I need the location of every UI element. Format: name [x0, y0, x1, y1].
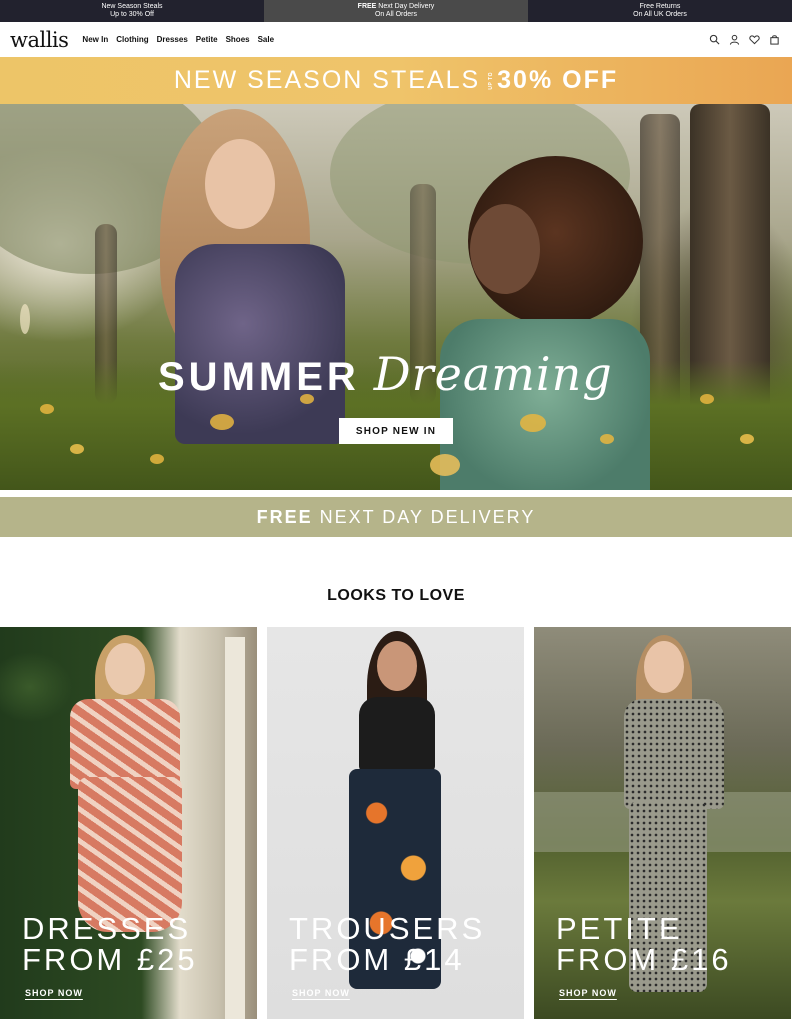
nav-clothing[interactable]: Clothing	[116, 35, 148, 44]
account-icon[interactable]	[729, 34, 740, 45]
card-petite-line2: FROM £16	[556, 942, 732, 977]
promo-new-season[interactable]: New Season Steals Up to 30% Off	[0, 0, 264, 22]
nav-sale[interactable]: Sale	[258, 35, 274, 44]
looks-to-love-heading: LOOKS TO LOVE	[327, 587, 465, 604]
card-trousers-line1: TROUSERS	[289, 911, 486, 946]
card-petite-line1: PETITE	[556, 911, 683, 946]
hero-title-block: SUMMER	[158, 355, 360, 399]
delivery-rest-text: NEXT DAY DELIVERY	[319, 506, 536, 527]
hero-banner[interactable]: SUMMER Dreaming SHOP NEW IN	[0, 104, 792, 490]
card-dresses-line2: FROM £25	[22, 942, 198, 977]
card-trousers-shop-now[interactable]: SHOP NOW	[292, 988, 350, 998]
promo-strip: New Season Steals Up to 30% Off FREE Nex…	[0, 0, 792, 22]
card-dresses-line1: DRESSES	[22, 911, 192, 946]
free-delivery-banner[interactable]: FREE NEXT DAY DELIVERY	[0, 497, 792, 537]
hero-title: SUMMER Dreaming	[158, 347, 613, 401]
promo-free-returns-sub: On All UK Orders	[633, 11, 687, 18]
card-petite-label: PETITE FROM £16	[556, 913, 732, 975]
nav-shoes[interactable]: Shoes	[226, 35, 250, 44]
card-trousers[interactable]: TROUSERS FROM £14 SHOP NOW	[267, 627, 524, 1019]
promo-new-season-title: New Season Steals	[101, 3, 163, 10]
site-header: wallis New In Clothing Dresses Petite Sh…	[0, 22, 792, 57]
promo-free-delivery-title: FREE Next Day Delivery	[357, 3, 435, 10]
season-sale-banner[interactable]: NEW SEASON STEALS UP TO 30% OFF	[0, 57, 792, 104]
delivery-free-text: FREE	[256, 506, 313, 527]
nav-petite[interactable]: Petite	[196, 35, 218, 44]
card-trousers-label: TROUSERS FROM £14	[289, 913, 485, 975]
promo-free-returns[interactable]: Free Returns On All UK Orders	[528, 0, 792, 22]
search-icon[interactable]	[709, 34, 720, 45]
hero-title-script: Dreaming	[373, 347, 613, 401]
card-petite[interactable]: PETITE FROM £16 SHOP NOW	[534, 627, 791, 1019]
wishlist-icon[interactable]	[749, 34, 760, 45]
card-dresses-label: DRESSES FROM £25	[22, 913, 198, 975]
header-icons	[709, 34, 780, 45]
promo-free-delivery[interactable]: FREE Next Day Delivery On All Orders	[264, 0, 528, 22]
card-dresses[interactable]: DRESSES FROM £25 SHOP NOW	[0, 627, 257, 1019]
season-banner-offer: 30% OFF	[497, 66, 619, 94]
season-banner-text: NEW SEASON STEALS	[173, 66, 481, 94]
bag-icon[interactable]	[769, 34, 780, 45]
nav-new-in[interactable]: New In	[82, 35, 108, 44]
promo-free-delivery-sub: On All Orders	[374, 11, 417, 18]
card-petite-shop-now[interactable]: SHOP NOW	[559, 988, 617, 998]
card-dresses-shop-now[interactable]: SHOP NOW	[25, 988, 83, 998]
season-banner-upto: UP TO	[488, 71, 495, 90]
promo-free-returns-title: Free Returns	[639, 3, 681, 10]
wallis-logo[interactable]: wallis	[10, 28, 69, 52]
nav-dresses[interactable]: Dresses	[157, 35, 188, 44]
promo-new-season-sub: Up to 30% Off	[110, 11, 154, 18]
main-nav: New In Clothing Dresses Petite Shoes Sal…	[82, 35, 274, 44]
card-trousers-line2: FROM £14	[289, 942, 465, 977]
shop-new-in-button[interactable]: SHOP NEW IN	[339, 418, 453, 444]
